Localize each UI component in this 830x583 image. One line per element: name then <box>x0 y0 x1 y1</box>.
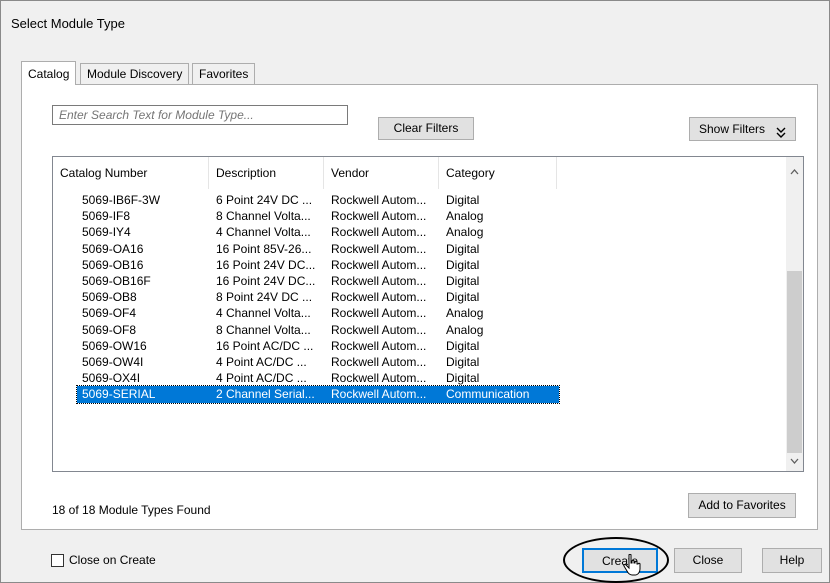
clear-filters-button[interactable]: Clear Filters <box>378 117 474 140</box>
table-row[interactable]: 5069-OF8 8 Channel Volta... Rockwell Autom… <box>77 322 559 339</box>
module-count-status: 18 of 18 Module Types Found <box>52 503 211 517</box>
table-row[interactable]: 5069-OW4I 4 Point AC/DC ... Rockwell Autom… <box>77 354 559 371</box>
cell-category: Analog <box>446 322 484 337</box>
module-type-list[interactable]: Catalog Number Description Vendor Catego… <box>52 156 804 472</box>
cell-category: Analog <box>446 225 484 240</box>
cell-vendor: Rockwell Autom... <box>331 371 427 386</box>
cell-description: 4 Channel Volta... <box>216 306 311 321</box>
double-chevron-down-icon <box>776 123 786 145</box>
cell-category: Digital <box>446 338 480 353</box>
cell-category: Digital <box>446 290 480 305</box>
cell-catalog-number: 5069-IB6F-3W <box>82 193 161 207</box>
column-header-vendor[interactable]: Vendor <box>324 157 439 189</box>
cell-vendor: Rockwell Autom... <box>331 274 427 288</box>
cell-catalog-number: 5069-OB16 <box>82 257 144 272</box>
tab-favorites[interactable]: Favorites <box>192 63 256 84</box>
cell-vendor: Rockwell Autom... <box>331 306 427 321</box>
table-row[interactable]: 5069-OB16 16 Point 24V DC... Rockwell Auto… <box>77 257 559 274</box>
cell-description: 4 Point AC/DC ... <box>216 355 307 369</box>
cell-category: Digital <box>446 257 480 272</box>
show-filters-button[interactable]: Show Filters <box>689 117 796 141</box>
cell-vendor: Rockwell Autom... <box>331 193 427 207</box>
cell-description: 16 Point 24V DC... <box>216 257 316 272</box>
cell-catalog-number: 5069-IY4 <box>82 225 131 240</box>
table-row[interactable]: 5069-OB8 8 Point 24V DC ... Rockwell Autom… <box>77 289 559 306</box>
pointer-cursor-icon <box>623 553 641 579</box>
cell-vendor: Rockwell Autom... <box>331 241 427 256</box>
cell-description: 16 Point 85V-26... <box>216 241 312 256</box>
search-input[interactable] <box>52 105 348 125</box>
column-header-catalog-number[interactable]: Catalog Number <box>53 157 209 189</box>
cell-category: Analog <box>446 209 484 224</box>
cell-catalog-number: 5069-OF4 <box>82 306 137 321</box>
cell-category: Digital <box>446 355 480 369</box>
column-header-category[interactable]: Category <box>439 157 557 189</box>
highlight-ellipse <box>563 537 669 583</box>
cell-catalog-number: 5069-OB8 <box>82 290 137 305</box>
close-on-create-checkbox[interactable] <box>51 554 64 567</box>
table-row[interactable]: 5069-OX4I 4 Point AC/DC ... Rockwell Autom… <box>77 370 559 387</box>
cell-description: 16 Point AC/DC ... <box>216 338 314 353</box>
cell-catalog-number: 5069-OF8 <box>82 322 137 337</box>
scroll-up-arrow-icon[interactable] <box>786 164 803 181</box>
cell-category: Digital <box>446 193 480 207</box>
show-filters-label: Show Filters <box>699 122 766 136</box>
column-header-description[interactable]: Description <box>209 157 324 189</box>
table-row[interactable]: 5069-OF4 4 Channel Volta... Rockwell Autom… <box>77 305 559 322</box>
tab-module-discovery[interactable]: Module Discovery <box>80 63 190 84</box>
cell-catalog-number: 5069-OX4I <box>82 371 141 386</box>
cell-vendor: Rockwell Autom... <box>331 225 427 240</box>
cell-catalog-number: 5069-SERIAL <box>82 387 156 402</box>
cell-vendor: Rockwell Autom... <box>331 322 427 337</box>
table-row[interactable]: 5069-IF8 8 Channel Volta... Rockwell Autom… <box>77 208 559 225</box>
scroll-down-arrow-icon[interactable] <box>786 453 803 470</box>
cell-catalog-number: 5069-OB16F <box>82 274 151 288</box>
cell-description: 4 Point AC/DC ... <box>216 371 307 386</box>
tab-catalog[interactable]: Catalog <box>21 61 77 85</box>
cell-vendor: Rockwell Autom... <box>331 355 427 369</box>
cell-category: Digital <box>446 241 480 256</box>
cell-vendor: Rockwell Autom... <box>331 209 427 224</box>
cell-description: 8 Point 24V DC ... <box>216 290 313 305</box>
cell-description: 4 Channel Volta... <box>216 225 311 240</box>
cell-vendor: Rockwell Autom... <box>331 387 427 402</box>
table-row[interactable]: 5069-IY4 4 Channel Volta... Rockwell Autom… <box>77 224 559 241</box>
table-row[interactable]: 5069-OW16 16 Point AC/DC ... Rockwell Auto… <box>77 338 559 355</box>
table-row[interactable]: 5069-SERIAL 2 Channel Serial... Rockwell A… <box>76 385 560 405</box>
select-module-type-dialog: Select Module Type Catalog Module Discov… <box>0 0 830 583</box>
table-row[interactable]: 5069-OA16 16 Point 85V-26... Rockwell Auto… <box>77 241 559 258</box>
cell-description: 2 Channel Serial... <box>216 387 315 402</box>
close-button[interactable]: Close <box>674 548 742 573</box>
cell-description: 8 Channel Volta... <box>216 322 311 337</box>
catalog-panel: Clear Filters Show Filters Catalog Numbe… <box>21 84 818 530</box>
vertical-scrollbar[interactable] <box>786 157 803 471</box>
dialog-title: Select Module Type <box>11 16 125 31</box>
cell-vendor: Rockwell Autom... <box>331 290 427 305</box>
cell-description: 8 Channel Volta... <box>216 209 311 224</box>
cell-vendor: Rockwell Autom... <box>331 338 427 353</box>
cell-category: Digital <box>446 371 480 386</box>
cell-category: Digital <box>446 274 480 288</box>
cell-catalog-number: 5069-IF8 <box>82 209 131 224</box>
list-header: Catalog Number Description Vendor Catego… <box>53 157 783 189</box>
table-row[interactable]: 5069-OB16F 16 Point 24V DC... Rockwell Aut… <box>77 273 559 290</box>
help-button[interactable]: Help <box>762 548 822 573</box>
cell-description: 16 Point 24V DC... <box>216 274 316 288</box>
cell-category: Communication <box>446 387 530 402</box>
cell-vendor: Rockwell Autom... <box>331 257 427 272</box>
cell-catalog-number: 5069-OW16 <box>82 338 147 353</box>
table-row[interactable]: 5069-IB6F-3W 6 Point 24V DC ... Rockwell A… <box>77 192 559 209</box>
cell-category: Analog <box>446 306 484 321</box>
add-to-favorites-button[interactable]: Add to Favorites <box>688 493 796 518</box>
cell-description: 6 Point 24V DC ... <box>216 193 313 207</box>
close-on-create-label: Close on Create <box>69 553 156 567</box>
cell-catalog-number: 5069-OW4I <box>82 355 144 369</box>
scroll-thumb[interactable] <box>787 271 802 453</box>
cell-catalog-number: 5069-OA16 <box>82 241 144 256</box>
